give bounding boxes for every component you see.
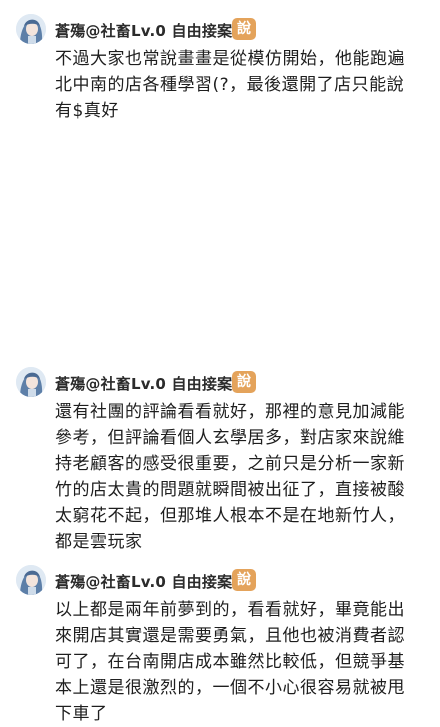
comment-text: 以上都是兩年前夢到的，看看就好，畢竟能出 來開店其實還是需要勇氣，且他也被消費者… (55, 597, 431, 727)
comment-line: 本上還是很激烈的，一個不小心很容易就被甩 (55, 678, 405, 698)
avatar[interactable] (16, 565, 46, 595)
comment-line: 不過大家也常說畫畫是從模仿開始，他能跑遍 (55, 49, 405, 69)
comment-line: 竹的店太貴的問題就瞬間被出征了，直接被酸 (55, 480, 405, 500)
comment-text: 還有社團的評論看看就好，那裡的意見加減能 參考，但評論看個人玄學居多，對店家來說… (55, 399, 431, 555)
comment-item: 蒼殤@社畜Lv.0 自由接案 說 以上都是兩年前夢到的，看看就好，畢竟能出 來開… (0, 561, 440, 724)
comment-line: 來開店其實還是需要勇氣，且他也被消費者認 (55, 626, 405, 646)
comment-line: 下車了 (55, 704, 108, 724)
comment-line: 都是雲玩家 (55, 532, 143, 552)
comment-line: 參考，但評論看個人玄學居多，對店家來說維 (55, 428, 405, 448)
say-badge: 說 (232, 569, 256, 591)
avatar-image-icon (16, 14, 46, 44)
avatar[interactable] (16, 14, 46, 44)
avatar[interactable] (16, 367, 46, 397)
comment-line: 有$真好 (55, 101, 119, 121)
say-badge: 說 (232, 18, 256, 40)
comment-line: 還有社團的評論看看就好，那裡的意見加減能 (55, 402, 405, 422)
avatar-image-icon (16, 565, 46, 595)
avatar-image-icon (16, 367, 46, 397)
comment-line: 持老顧客的感受很重要，之前只是分析一家新 (55, 454, 405, 474)
comment-header: 蒼殤@社畜Lv.0 自由接案 說 (0, 10, 440, 46)
comment-item: 蒼殤@社畜Lv.0 自由接案 說 不過大家也常說畫畫是從模仿開始，他能跑遍 北中… (0, 10, 440, 121)
comment-line: 以上都是兩年前夢到的，看看就好，畢竟能出 (55, 600, 405, 620)
username[interactable]: 蒼殤@社畜Lv.0 自由接案 (55, 373, 232, 394)
username[interactable]: 蒼殤@社畜Lv.0 自由接案 (55, 571, 232, 592)
username[interactable]: 蒼殤@社畜Lv.0 自由接案 (55, 20, 232, 41)
comment-header: 蒼殤@社畜Lv.0 自由接案 說 (0, 561, 440, 597)
say-badge: 說 (232, 371, 256, 393)
comment-text: 不過大家也常說畫畫是從模仿開始，他能跑遍 北中南的店各種學習(?，最後還開了店只… (55, 46, 431, 124)
comment-line: 可了，在台南開店成本雖然比較低，但競爭基 (55, 652, 405, 672)
comment-item: 蒼殤@社畜Lv.0 自由接案 說 還有社團的評論看看就好，那裡的意見加減能 參考… (0, 363, 440, 552)
comment-line: 太窮花不起，但那堆人根本不是在地新竹人， (55, 506, 405, 526)
comment-header: 蒼殤@社畜Lv.0 自由接案 說 (0, 363, 440, 399)
comment-line: 北中南的店各種學習(?，最後還開了店只能說 (55, 75, 405, 95)
